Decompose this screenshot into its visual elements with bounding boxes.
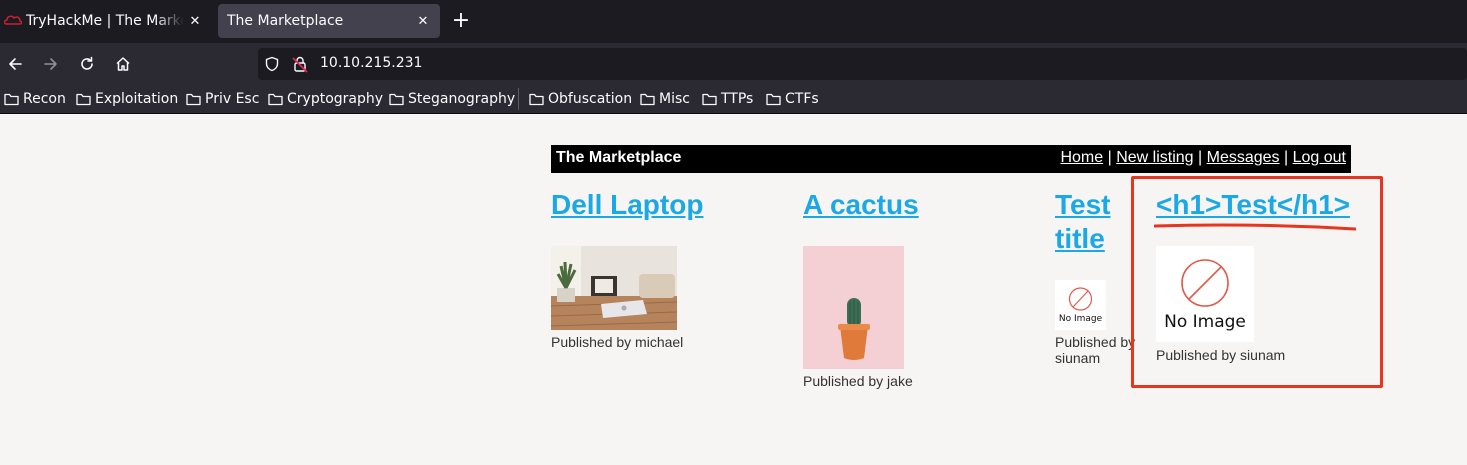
tab-strip: TryHackMe | The Marketplace ✕ The Market… — [0, 0, 1467, 43]
bookmark-misc[interactable]: Misc — [640, 90, 690, 108]
nav-messages-link[interactable]: Messages — [1207, 149, 1280, 166]
site-nav: Home | New listing | Messages | Log out — [1060, 149, 1346, 167]
bookmark-recon[interactable]: Recon — [4, 90, 66, 108]
bookmark-label: Recon — [23, 91, 66, 107]
no-image-placeholder[interactable]: No Image — [1055, 280, 1106, 330]
close-icon[interactable]: ✕ — [412, 14, 434, 29]
bookmark-steganography[interactable]: Steganography — [389, 90, 515, 108]
arrow-left-icon — [9, 58, 22, 70]
bookmark-obfuscation[interactable]: Obfuscation — [529, 90, 632, 108]
bookmark-label: Misc — [659, 91, 690, 107]
tab-title: The Marketplace — [227, 13, 344, 29]
laptop-image[interactable] — [551, 246, 677, 330]
bookmark-ttps[interactable]: TTPs — [702, 90, 753, 108]
reload-icon — [81, 56, 93, 70]
listing-title-link[interactable]: A cactus — [803, 188, 1003, 222]
cactus-image[interactable] — [803, 246, 904, 369]
bookmark-exploitation[interactable]: Exploitation — [76, 90, 178, 108]
bookmark-label: Priv Esc — [205, 91, 260, 107]
bookmarks-toolbar: Recon Exploitation Priv Esc Cryptography… — [0, 84, 1467, 114]
listing-author-wrap: Published by michael — [551, 334, 751, 350]
site-title: The Marketplace — [556, 149, 682, 166]
bookmark-label: Cryptography — [287, 91, 384, 107]
annotation-highlight-box — [1131, 176, 1383, 388]
tab-title: TryHackMe | The Marketplace — [26, 13, 184, 29]
tab-marketplace[interactable]: The Marketplace ✕ — [218, 4, 440, 38]
bookmark-label: Obfuscation — [548, 91, 633, 107]
bookmark-label: Steganography — [408, 91, 516, 107]
folder-icon — [268, 93, 283, 105]
listing-test-title: Test title — [1055, 188, 1133, 256]
address-bar[interactable]: 10.10.215.231 — [258, 48, 1467, 80]
tab-tryhackme[interactable]: TryHackMe | The Marketplace ✕ — [0, 4, 212, 38]
folder-icon — [76, 93, 91, 105]
reload-button[interactable] — [73, 51, 101, 77]
folder-icon — [640, 93, 655, 105]
listing-dell-laptop: Dell Laptop — [551, 188, 751, 222]
navigation-toolbar: 10.10.215.231 — [0, 43, 1467, 84]
folder-icon — [529, 93, 544, 105]
bookmark-ctfs[interactable]: CTFs — [766, 90, 819, 108]
bookmark-label: Exploitation — [95, 91, 179, 107]
nav-home-link[interactable]: Home — [1060, 149, 1103, 166]
back-button[interactable] — [1, 51, 29, 77]
plus-icon[interactable]: + — [449, 8, 473, 34]
broken-lock-icon[interactable] — [292, 55, 308, 73]
tryhackme-favicon — [4, 15, 22, 25]
home-button[interactable] — [109, 51, 137, 77]
listing-author-wrap: Published by jake — [803, 373, 1003, 389]
listing-author: Published by michael — [551, 334, 684, 350]
arrow-right-icon — [44, 58, 57, 70]
folder-icon — [766, 93, 781, 105]
home-icon — [116, 57, 130, 71]
listing-cactus: A cactus — [803, 188, 1003, 222]
url-text: 10.10.215.231 — [320, 55, 423, 71]
folder-icon — [186, 93, 201, 105]
close-icon[interactable]: ✕ — [184, 14, 206, 29]
site-header: The Marketplace Home | New listing | Mes… — [551, 145, 1351, 173]
bookmark-label: TTPs — [721, 91, 754, 107]
bookmark-separator — [518, 88, 519, 110]
bookmark-label: CTFs — [785, 91, 819, 107]
nav-new-listing-link[interactable]: New listing — [1116, 149, 1193, 166]
nav-separator: | — [1284, 149, 1289, 166]
listing-author: Published by jake — [803, 373, 913, 389]
cactus-photo — [803, 246, 904, 369]
bookmark-cryptography[interactable]: Cryptography — [268, 90, 383, 108]
forward-button[interactable] — [37, 51, 65, 77]
folder-icon — [702, 93, 717, 105]
folder-icon — [4, 93, 19, 105]
nav-logout-link[interactable]: Log out — [1293, 149, 1346, 166]
no-image-text: No Image — [1058, 314, 1103, 324]
shield-icon[interactable] — [264, 56, 280, 72]
bookmark-priv-esc[interactable]: Priv Esc — [186, 90, 259, 108]
nav-separator: | — [1107, 149, 1112, 166]
annotation-underline — [1154, 223, 1356, 231]
listing-title-link[interactable]: Dell Laptop — [551, 188, 751, 222]
listing-title-link[interactable]: Test title — [1055, 188, 1133, 256]
laptop-photo — [551, 246, 677, 330]
nav-separator: | — [1198, 149, 1203, 166]
folder-icon — [389, 93, 404, 105]
